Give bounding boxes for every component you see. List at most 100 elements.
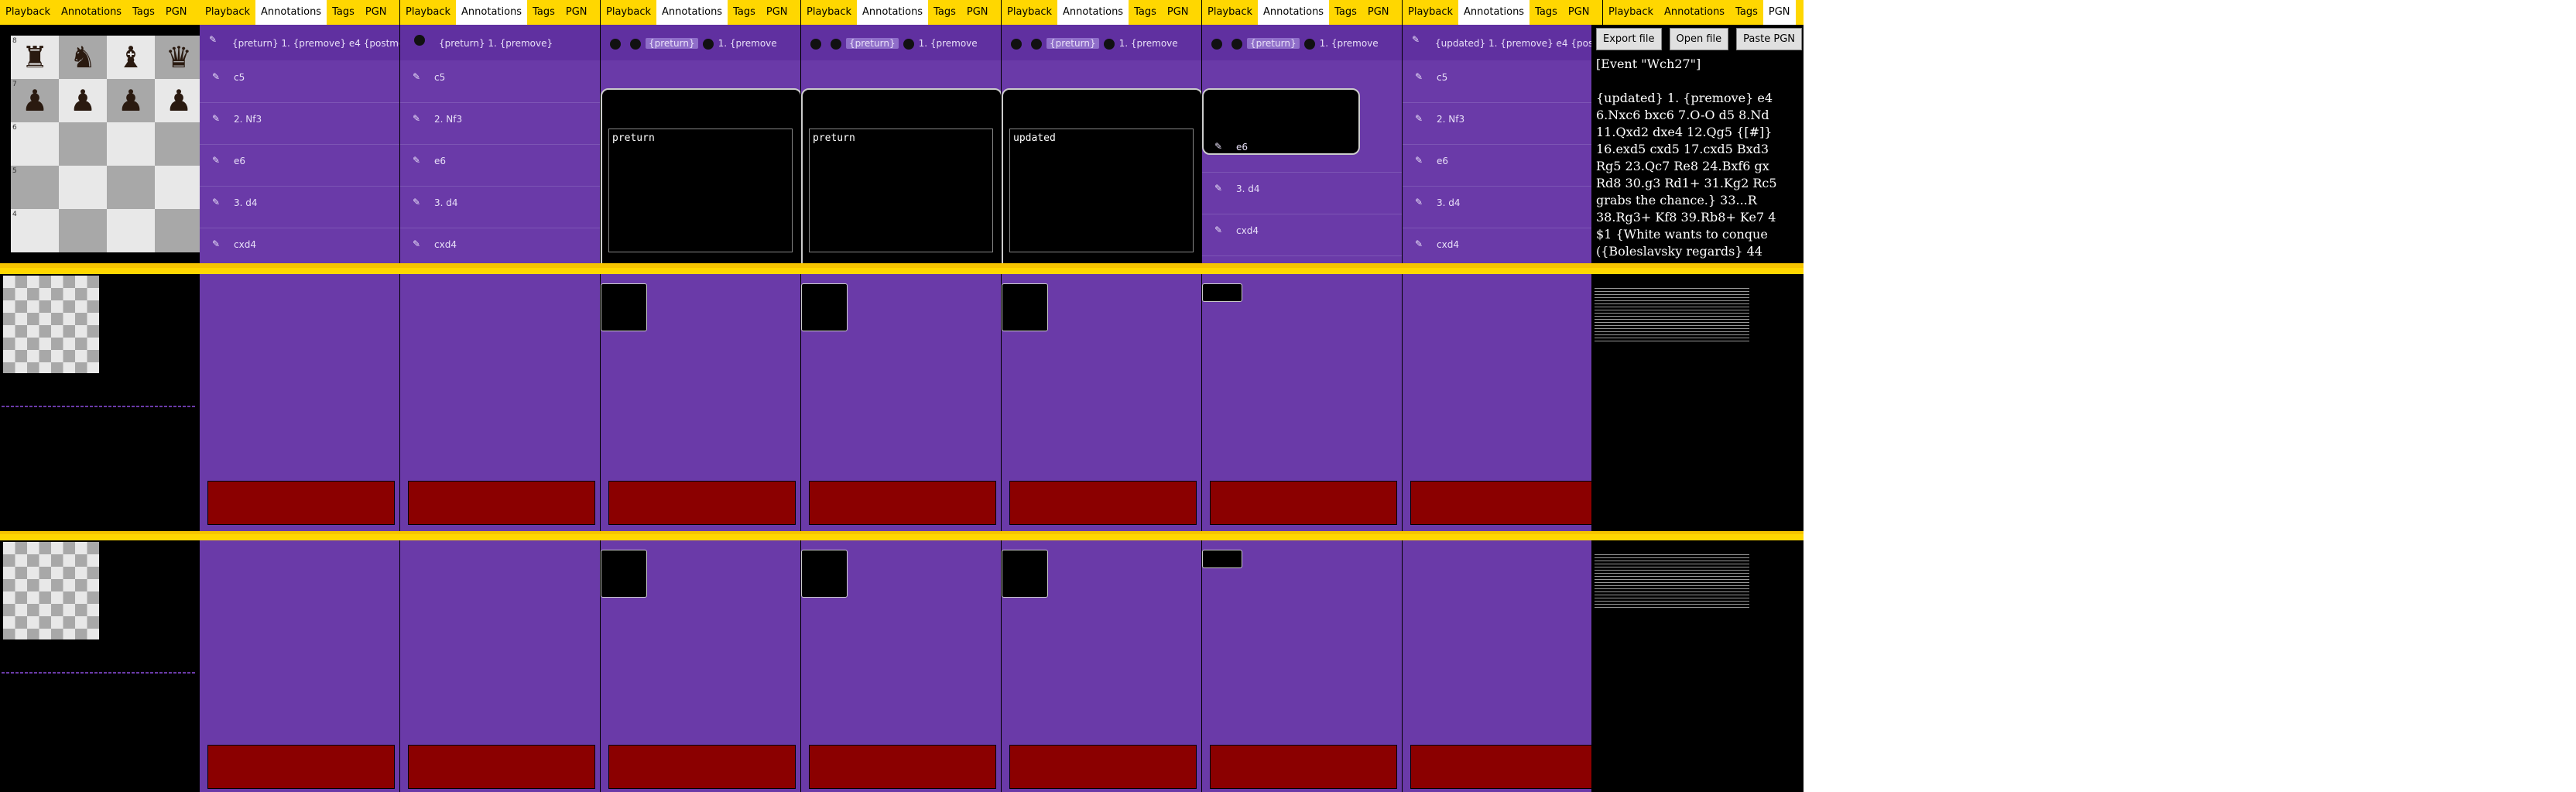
square[interactable]: [59, 122, 107, 166]
move-row[interactable]: ✎ 3. d4: [1202, 172, 1402, 214]
tab-tags[interactable]: Tags: [728, 0, 761, 25]
square[interactable]: 5: [11, 166, 59, 209]
square[interactable]: ♛: [155, 36, 203, 79]
square[interactable]: ♟: [107, 79, 155, 122]
tab-tags[interactable]: Tags: [1730, 0, 1763, 25]
move-row[interactable]: ✎ cxd4: [1202, 214, 1402, 256]
square[interactable]: [155, 166, 203, 209]
tab-pgn[interactable]: PGN: [1563, 0, 1595, 25]
black-pawn-icon[interactable]: ♟: [11, 85, 59, 116]
black-rook-icon[interactable]: ♜: [11, 42, 59, 73]
edit-icon[interactable]: ✎: [1214, 225, 1225, 235]
circle-icon[interactable]: [1103, 38, 1115, 50]
black-knight-icon[interactable]: ♞: [59, 42, 107, 73]
edit-icon[interactable]: ✎: [212, 197, 223, 207]
square[interactable]: 7 ♟: [11, 79, 59, 122]
square[interactable]: [107, 122, 155, 166]
tab-pgn[interactable]: PGN: [1762, 0, 1796, 25]
circle-icon[interactable]: [1231, 38, 1242, 50]
move-row[interactable]: ✎ cxd4: [1403, 228, 1602, 263]
square[interactable]: [107, 166, 155, 209]
edit-icon[interactable]: ✎: [1415, 238, 1426, 249]
edit-icon[interactable]: ✎: [212, 113, 223, 124]
comment-textarea[interactable]: preturn: [809, 129, 993, 252]
open-file-button[interactable]: Open file: [1669, 28, 1729, 50]
panel-header[interactable]: ✎ {updated} 1. {premove} e4 {postmo: [1403, 25, 1602, 60]
tab-tags[interactable]: Tags: [127, 0, 160, 25]
circle-icon[interactable]: [831, 38, 841, 50]
tab-tags[interactable]: Tags: [928, 0, 961, 25]
black-pawn-icon[interactable]: ♟: [59, 85, 107, 116]
tab-annotations[interactable]: Annotations: [1057, 0, 1129, 25]
square[interactable]: [59, 166, 107, 209]
circle-icon[interactable]: [630, 38, 641, 50]
tab-playback[interactable]: Playback: [400, 0, 456, 25]
black-pawn-icon[interactable]: ♟: [107, 85, 155, 116]
move-row[interactable]: ✎ c5: [1403, 60, 1602, 103]
square[interactable]: 6: [11, 122, 59, 166]
preturn-chip[interactable]: {preturn}: [1046, 38, 1099, 49]
tab-playback[interactable]: Playback: [1603, 0, 1659, 25]
circle-icon[interactable]: [810, 38, 821, 50]
paste-pgn-button[interactable]: Paste PGN: [1736, 28, 1803, 50]
square[interactable]: [155, 122, 203, 166]
square[interactable]: [107, 209, 155, 252]
square[interactable]: [59, 209, 107, 252]
edit-icon[interactable]: ✎: [1412, 34, 1420, 45]
panel-header[interactable]: {preturn} 1. {premove: [1002, 25, 1201, 60]
tab-annotations[interactable]: Annotations: [456, 0, 528, 25]
edit-icon[interactable]: ✎: [1214, 141, 1225, 152]
circle-icon[interactable]: [1211, 38, 1222, 50]
comment-textarea[interactable]: preturn: [608, 129, 793, 252]
circle-icon[interactable]: [702, 38, 714, 50]
pgn-text-area[interactable]: [Event "Wch27"] {updated} 1. {premove} e…: [1591, 25, 1804, 263]
tab-playback[interactable]: Playback: [200, 0, 255, 25]
move-row[interactable]: ✎ e6: [200, 144, 399, 187]
edit-icon[interactable]: ✎: [1415, 155, 1426, 166]
black-queen-icon[interactable]: ♛: [155, 42, 203, 73]
circle-icon[interactable]: [903, 38, 914, 50]
square[interactable]: [155, 209, 203, 252]
tab-annotations[interactable]: Annotations: [255, 0, 327, 25]
move-row[interactable]: ✎ cxd4: [200, 228, 399, 263]
tab-tags[interactable]: Tags: [1329, 0, 1362, 25]
edit-icon[interactable]: ✎: [413, 155, 423, 166]
circle-icon[interactable]: [1031, 38, 1042, 50]
edit-icon[interactable]: ✎: [212, 238, 223, 249]
edit-icon[interactable]: ✎: [413, 113, 423, 124]
tab-annotations[interactable]: Annotations: [1659, 0, 1730, 25]
tab-tags[interactable]: Tags: [1129, 0, 1162, 25]
preturn-chip[interactable]: {preturn}: [646, 38, 698, 49]
panel-header[interactable]: {preturn} 1. {premove: [801, 25, 1001, 60]
edit-icon[interactable]: ✎: [1415, 71, 1426, 82]
edit-icon[interactable]: ✎: [1214, 183, 1225, 194]
tab-playback[interactable]: Playback: [1202, 0, 1258, 25]
square[interactable]: 8 ♜: [11, 36, 59, 79]
panel-header[interactable]: {preturn} 1. {premove: [601, 25, 800, 60]
move-row[interactable]: ✎ 3. d4: [1403, 186, 1602, 228]
tab-annotations[interactable]: Annotations: [656, 0, 728, 25]
move-row[interactable]: ✎ 2. Nf3: [400, 102, 600, 145]
tab-annotations[interactable]: Annotations: [1258, 0, 1330, 25]
square[interactable]: 4: [11, 209, 59, 252]
move-row[interactable]: ✎ c5: [400, 60, 600, 103]
tab-annotations[interactable]: Annotations: [857, 0, 929, 25]
tab-pgn[interactable]: PGN: [560, 0, 593, 25]
edit-icon[interactable]: ✎: [413, 197, 423, 207]
export-file-button[interactable]: Export file: [1596, 28, 1662, 50]
square[interactable]: ♟: [59, 79, 107, 122]
square[interactable]: ♝: [107, 36, 155, 79]
tab-tags[interactable]: Tags: [1530, 0, 1563, 25]
tab-pgn[interactable]: PGN: [1162, 0, 1194, 25]
panel-header[interactable]: {preturn} 1. {premove: [1202, 25, 1402, 60]
black-pawn-icon[interactable]: ♟: [155, 85, 203, 116]
move-row[interactable]: ✎ c5: [200, 60, 399, 103]
move-row[interactable]: ✎ e6: [1403, 144, 1602, 187]
circle-icon[interactable]: [1303, 38, 1315, 50]
tab-playback[interactable]: Playback: [0, 0, 56, 25]
edit-icon[interactable]: ✎: [212, 71, 223, 82]
circle-icon[interactable]: [414, 34, 425, 46]
tab-playback[interactable]: Playback: [1403, 0, 1458, 25]
tab-playback[interactable]: Playback: [1002, 0, 1057, 25]
tab-annotations[interactable]: Annotations: [1458, 0, 1530, 25]
